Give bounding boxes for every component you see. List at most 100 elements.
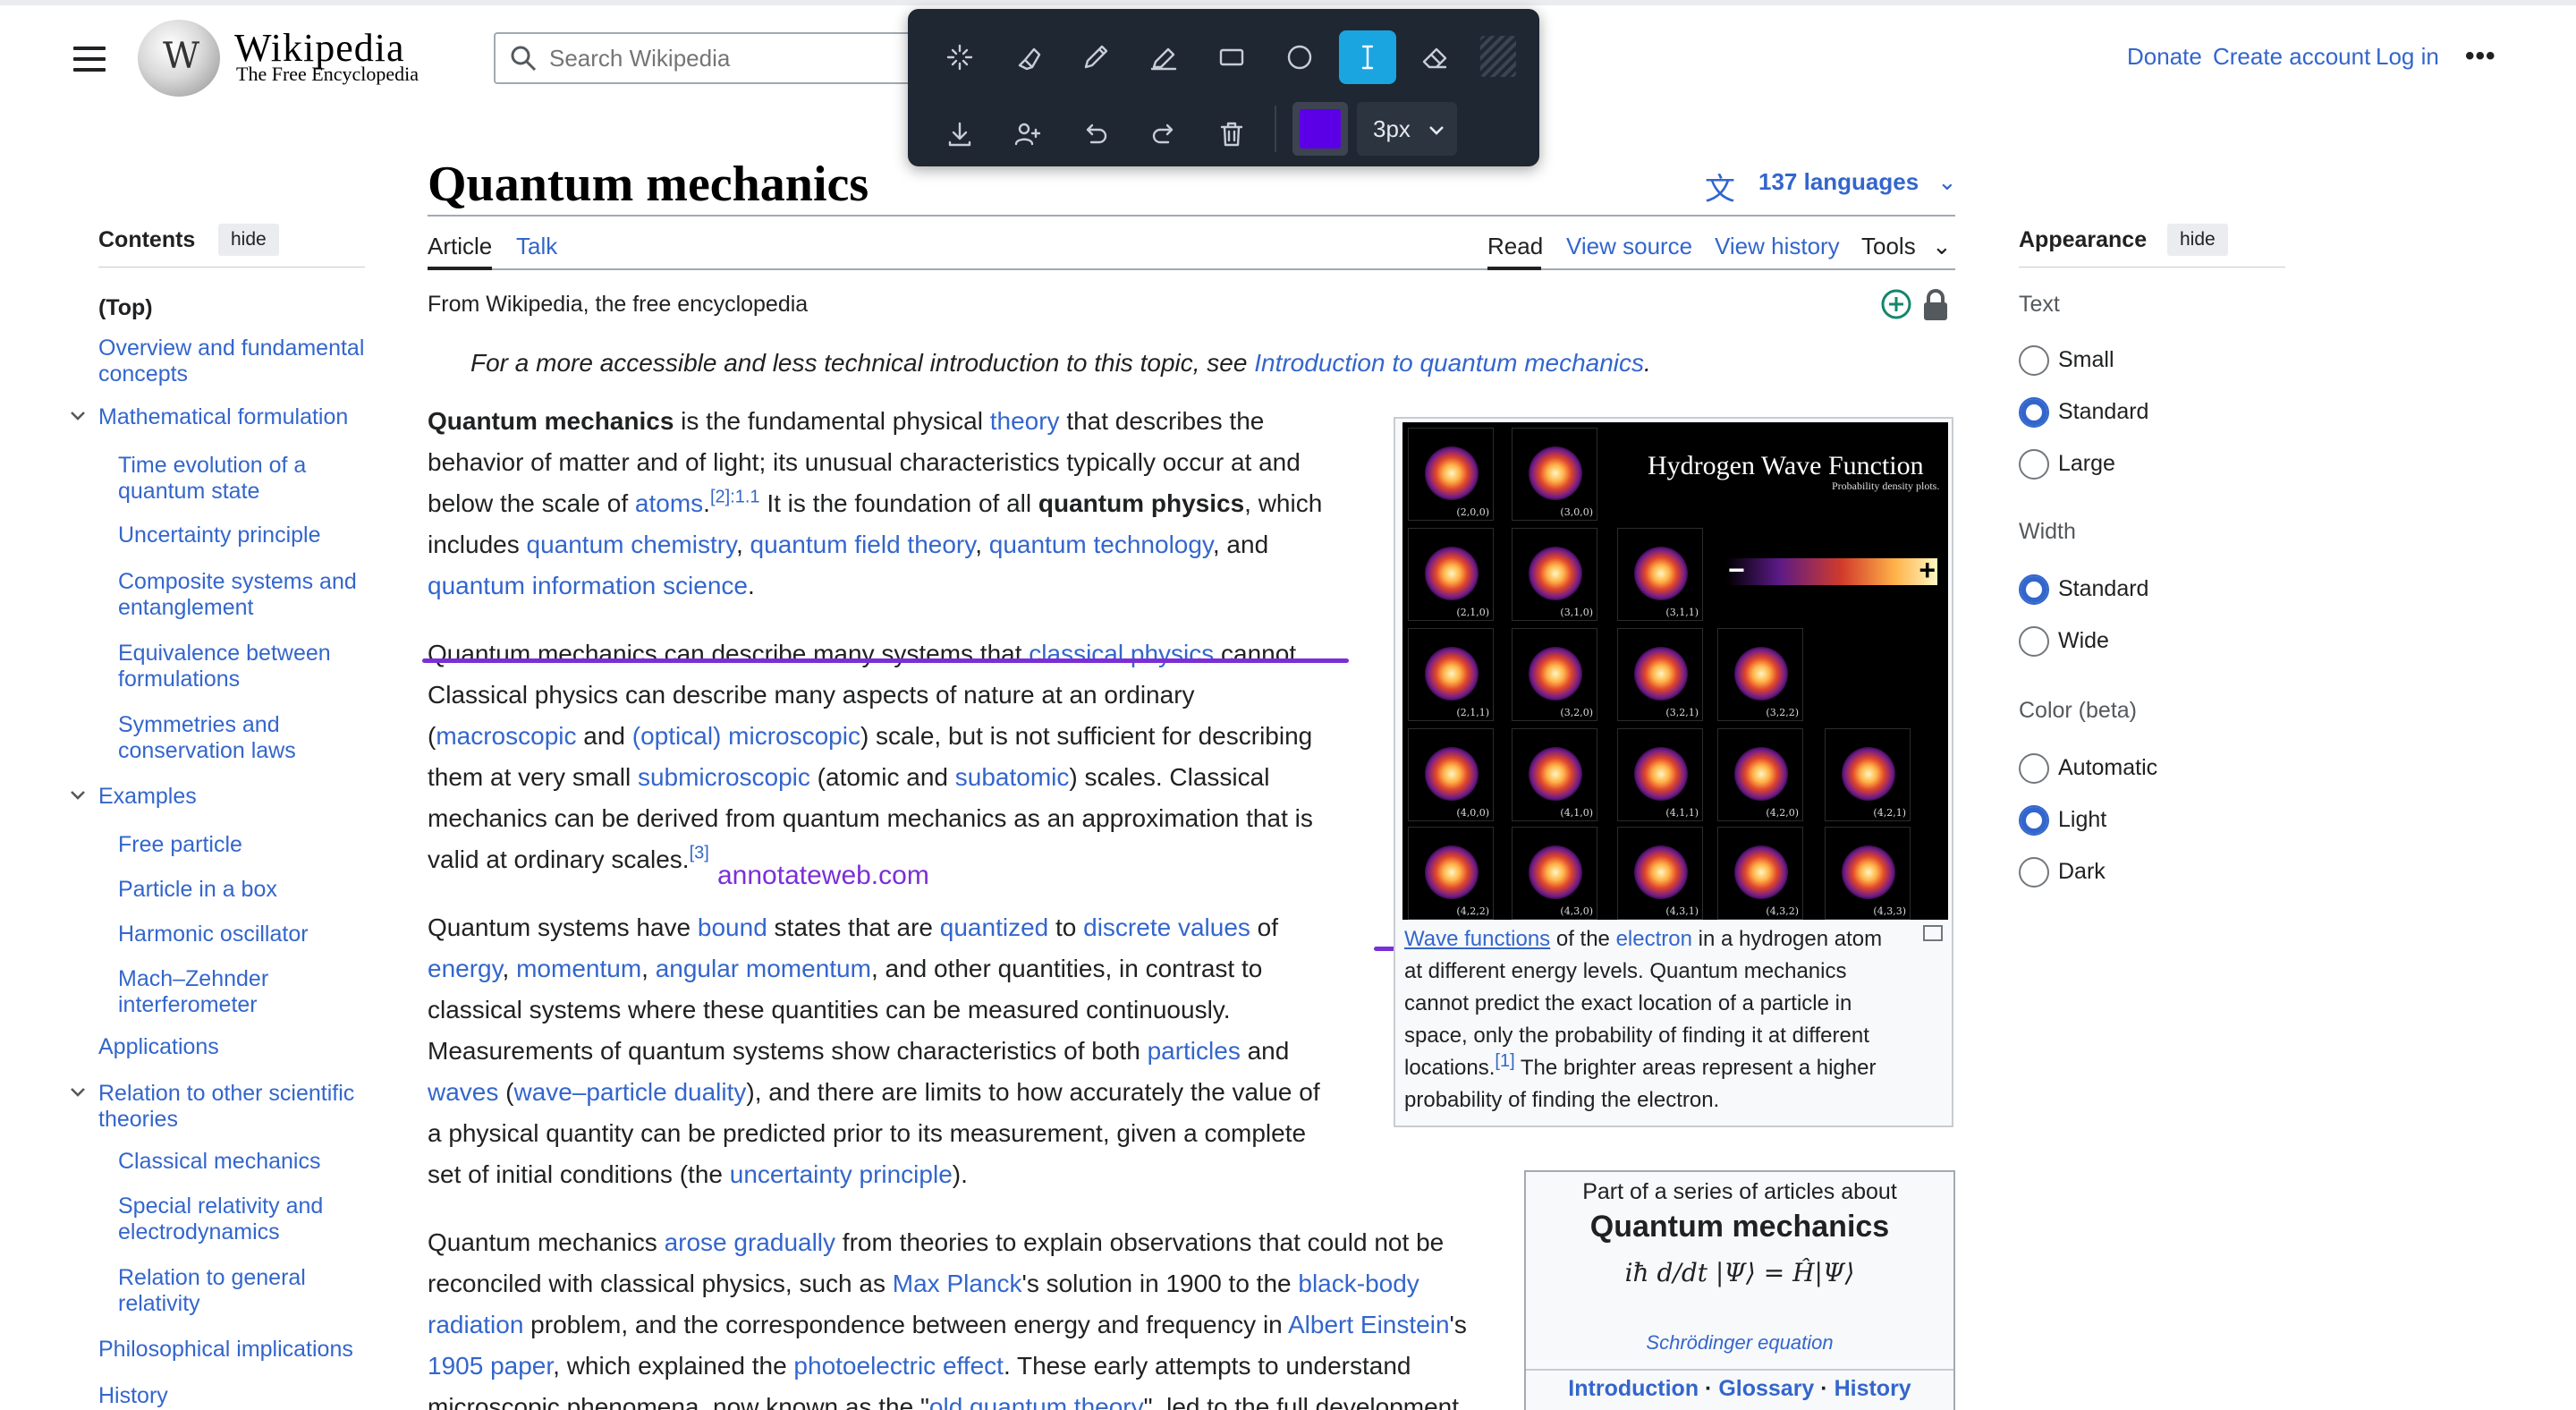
appearance-hide-button[interactable]: hide [2167,224,2228,256]
article-link[interactable]: atoms [635,489,703,517]
marker-tool-button[interactable] [1135,30,1192,84]
article-link[interactable]: uncertainty principle [730,1160,953,1188]
toc-item[interactable]: Free particle [118,832,369,858]
article-link[interactable]: angular momentum [656,955,871,982]
undo-button[interactable] [1067,107,1124,161]
tab-view-source[interactable]: View source [1566,233,1692,260]
circle-tool-button[interactable] [1271,30,1328,84]
article-link[interactable]: momentum [516,955,641,982]
article-link[interactable]: particles [1148,1037,1241,1065]
article-link[interactable]: 1905 paper [428,1352,553,1380]
radio-button[interactable] [2019,397,2049,428]
article-link[interactable]: photoelectric effect [793,1352,1004,1380]
series-link-introduction[interactable]: Introduction [1568,1376,1699,1401]
lock-icon[interactable] [1921,288,1950,322]
toc-item[interactable]: Examples [71,784,367,810]
tab-talk[interactable]: Talk [516,233,557,260]
article-link[interactable]: quantized [940,913,1048,941]
radio-button[interactable] [2019,805,2049,836]
radio-button[interactable] [2019,345,2049,376]
toc-item[interactable]: Time evolution of a quantum state [118,453,369,505]
series-link-history[interactable]: History [1835,1376,1911,1401]
log-in-link[interactable]: Log in [2376,43,2439,71]
series-link-glossary[interactable]: Glossary [1718,1376,1814,1401]
article-link[interactable]: waves [428,1078,498,1106]
article-link[interactable]: black-body [1298,1270,1419,1297]
radio-button[interactable] [2019,449,2049,480]
donate-link[interactable]: Donate [2127,43,2202,71]
tab-view-history[interactable]: View history [1715,233,1840,260]
toc-item[interactable]: Relation to other scientific theories [71,1081,367,1133]
stroke-size-select[interactable]: 3px [1357,102,1457,156]
pen-tool-button[interactable] [1067,30,1124,84]
toc-item[interactable]: Special relativity and electrodynamics [118,1193,369,1245]
caption-link-electron[interactable]: electron [1616,927,1692,951]
article-link[interactable]: quantum information science [428,572,748,599]
pattern-icon[interactable] [1480,36,1516,77]
radio-button[interactable] [2019,857,2049,888]
create-account-link[interactable]: Create account [2213,43,2370,71]
article-link[interactable]: Max Planck [893,1270,1022,1297]
article-link[interactable]: theory [990,407,1060,435]
toc-item[interactable]: Overview and fundamental concepts [98,336,367,387]
toc-item[interactable]: Harmonic oscillator [118,922,369,947]
toc-item[interactable]: Applications [98,1034,367,1060]
article-link[interactable]: subatomic [955,763,1070,791]
toc-item[interactable]: Equivalence between formulations [118,641,369,692]
hydrogen-wave-function-image[interactable]: Hydrogen Wave Function Probability densi… [1402,422,1948,920]
trash-button[interactable] [1203,107,1260,161]
eraser-tool-button[interactable] [1407,30,1464,84]
article-link[interactable]: (optical) microscopic [632,722,860,750]
hatnote-link[interactable]: Introduction to quantum mechanics [1254,349,1644,377]
search-input[interactable] [549,43,925,73]
good-article-plus-icon[interactable] [1880,288,1912,320]
color-swatch[interactable] [1292,102,1348,156]
download-button[interactable] [931,107,988,161]
toc-item[interactable]: Mathematical formulation [71,404,367,430]
ellipsis-icon[interactable]: ••• [2465,41,2496,72]
toc-item[interactable]: History [98,1383,367,1409]
chevron-down-icon[interactable] [68,786,86,803]
wikipedia-globe-logo[interactable]: W [138,20,220,97]
reference-link[interactable]: [3] [690,844,709,863]
chevron-down-icon[interactable] [68,1083,86,1100]
toc-item[interactable]: Philosophical implications [98,1337,367,1363]
magic-select-tool-button[interactable] [931,30,988,84]
toc-item[interactable]: Uncertainty principle [118,522,369,548]
enlarge-icon[interactable] [1923,925,1943,941]
article-link[interactable]: quantum field theory [750,531,976,558]
chevron-down-icon[interactable] [68,406,86,424]
article-link[interactable]: energy [428,955,503,982]
article-link[interactable]: classical physics [1029,640,1214,667]
toc-hide-button[interactable]: hide [218,224,279,256]
caption-ref[interactable]: [1] [1495,1051,1514,1071]
highlighter-tool-button[interactable] [999,30,1056,84]
caption-link-wave-functions[interactable]: Wave functions [1404,927,1550,951]
toc-item[interactable]: Particle in a box [118,877,369,903]
equation-caption-link[interactable]: Schrödinger equation [1526,1331,1953,1355]
rectangle-tool-button[interactable] [1203,30,1260,84]
toc-item[interactable]: Mach–Zehnder interferometer [118,966,369,1018]
reference-link[interactable]: [2]:1.1 [710,488,760,507]
toc-item[interactable]: Symmetries and conservation laws [118,712,369,764]
text-cursor-tool-button[interactable] [1339,30,1396,84]
article-link[interactable]: Albert Einstein [1288,1311,1450,1338]
article-link[interactable]: quantum technology [989,531,1213,558]
article-link[interactable]: arose gradually [665,1228,835,1256]
toc-item[interactable]: (Top) [98,295,367,321]
article-link[interactable]: submicroscopic [638,763,810,791]
radio-button[interactable] [2019,753,2049,784]
add-user-button[interactable] [999,107,1056,161]
search-box[interactable] [494,32,941,84]
article-link[interactable]: quantum chemistry [527,531,736,558]
article-link[interactable]: discrete values [1083,913,1250,941]
redo-button[interactable] [1135,107,1192,161]
article-link[interactable]: wave–particle duality [513,1078,746,1106]
main-menu-icon[interactable] [73,47,106,72]
radio-button[interactable] [2019,626,2049,657]
radio-button[interactable] [2019,574,2049,605]
article-link[interactable]: macroscopic [436,722,576,750]
toc-item[interactable]: Composite systems and entanglement [118,569,369,621]
tab-tools[interactable]: Tools [1861,233,1916,260]
article-link[interactable]: old quantum theory [929,1393,1144,1410]
